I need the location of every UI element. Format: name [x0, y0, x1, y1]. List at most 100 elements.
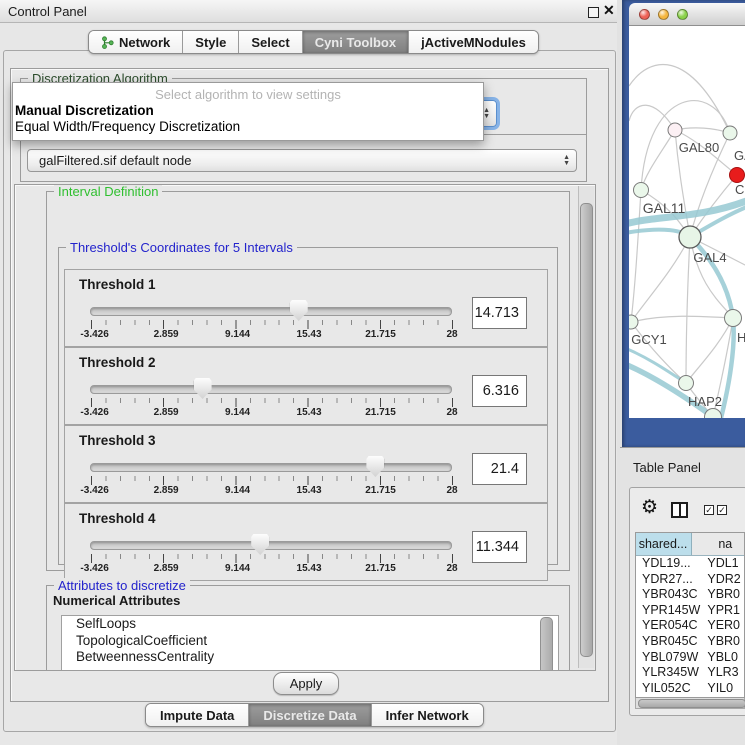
table-panel-title: Table Panel — [633, 460, 701, 475]
thresholds-group-title: Threshold's Coordinates for 5 Intervals — [66, 240, 297, 255]
slider-track[interactable] — [90, 307, 452, 316]
threshold-title: Threshold 4 — [79, 511, 156, 526]
attribute-list-item[interactable]: TopologicalCoefficient — [62, 633, 558, 650]
node-hap2 — [679, 376, 694, 391]
table-hscrollbar-track[interactable] — [635, 698, 745, 709]
node-red — [730, 168, 745, 183]
column-header-name[interactable]: na — [692, 533, 744, 555]
numerical-attributes-label: Numerical Attributes — [53, 593, 180, 608]
column-header-shared[interactable]: shared... — [636, 533, 692, 555]
node-label: C — [735, 182, 744, 197]
table-panel: Table Panel ⚙ ✓ ✓ shared... na YDL19...Y… — [620, 447, 745, 745]
table-hscrollbar-thumb[interactable] — [638, 699, 745, 708]
node-label: GAL4 — [693, 250, 726, 265]
slider-major-ticks — [91, 554, 453, 563]
node-attribute-table[interactable]: shared... na YDL19...YDL1YDR27...YDR2YBR… — [635, 532, 745, 698]
application-window: Control Panel ✕ Network Style Select Cyn… — [0, 0, 745, 745]
slider-major-ticks — [91, 398, 453, 407]
attribute-list-item[interactable]: BetweennessCentrality — [62, 649, 558, 666]
node-label: GAL80 — [679, 140, 719, 155]
stepper-arrows-icon: ▲▼ — [563, 155, 570, 167]
settings-scrollbar-thumb[interactable] — [580, 203, 593, 657]
node-label: GA — [734, 148, 745, 163]
float-icon[interactable] — [588, 7, 599, 18]
slider-track[interactable] — [90, 385, 452, 394]
slider-major-ticks — [91, 320, 453, 329]
node-label: GAL11 — [643, 200, 686, 216]
numerical-attributes-list[interactable]: SelfLoopsTopologicalCoefficientBetweenne… — [61, 615, 559, 671]
slider-scale: -3.426 2.859 9.144 15.43 21.715 28 — [91, 407, 452, 419]
attribute-list-item[interactable]: SelfLoops — [62, 616, 558, 633]
slider-track[interactable] — [90, 463, 452, 472]
settings-scrollpane: Interval Definition Number of Intervals … — [14, 184, 596, 671]
close-icon[interactable]: ✕ — [603, 2, 615, 19]
network-canvas[interactable]: GAL80 GA C GAL11 GAL4 GCY1 H HAP2 — [629, 26, 745, 418]
threshold-panel: Threshold 3 -3.426 2.859 9.144 15.43 21.… — [64, 425, 548, 503]
tab-cyni-toolbox[interactable]: Cyni Toolbox — [302, 31, 408, 53]
checkbox-icon[interactable]: ✓ — [717, 505, 727, 515]
slider-handle[interactable] — [366, 456, 384, 477]
node-gal80 — [668, 123, 682, 137]
threshold-title: Threshold 1 — [79, 277, 156, 292]
close-traffic-light-icon[interactable] — [639, 9, 650, 20]
threshold-value-box[interactable]: 11.344 — [472, 531, 527, 563]
zoom-traffic-light-icon[interactable] — [677, 9, 688, 20]
tab-discretize-data[interactable]: Discretize Data — [248, 704, 370, 726]
table-row[interactable]: YIL052CYIL0 — [636, 681, 744, 697]
minimize-traffic-light-icon[interactable] — [658, 9, 669, 20]
node-top-right — [723, 126, 737, 140]
threshold-panel: Threshold 2 -3.426 2.859 9.144 15.43 21.… — [64, 347, 548, 425]
slider-scale: -3.426 2.859 9.144 15.43 21.715 28 — [91, 563, 452, 575]
tab-jactivemnodules[interactable]: jActiveMNodules — [408, 31, 538, 53]
tab-style[interactable]: Style — [182, 31, 238, 53]
control-panel-title: Control Panel — [8, 4, 87, 19]
dropdown-prompt: Select algorithm to view settings — [13, 87, 483, 102]
control-panel-titlebar: Control Panel — [0, 0, 617, 23]
gear-icon[interactable]: ⚙ — [641, 498, 658, 517]
checkbox-icon[interactable]: ✓ — [704, 505, 714, 515]
table-row[interactable]: YBL079WYBL0 — [636, 650, 744, 666]
slider-handle[interactable] — [290, 300, 308, 321]
threshold-value-box[interactable]: 21.4 — [472, 453, 527, 485]
network-window-titlebar — [629, 3, 745, 26]
apply-button[interactable]: Apply — [273, 672, 339, 695]
table-row[interactable]: YPR145WYPR1 — [636, 603, 744, 619]
tab-impute-data[interactable]: Impute Data — [146, 704, 248, 726]
threshold-title: Threshold 3 — [79, 433, 156, 448]
column-view-icon[interactable] — [671, 502, 688, 518]
slider-track[interactable] — [90, 541, 452, 550]
threshold-title: Threshold 2 — [79, 355, 156, 370]
dropdown-option-equal-width-frequency[interactable]: Equal Width/Frequency Discretization — [15, 119, 240, 134]
node-label: HAP2 — [688, 394, 722, 409]
algorithm-dropdown-popup: Select algorithm to view settings Manual… — [12, 82, 484, 141]
slider-major-ticks — [91, 476, 453, 485]
threshold-value-box[interactable]: 14.713 — [472, 297, 527, 329]
table-data-select[interactable]: galFiltered.sif default node ▲▼ — [27, 149, 577, 172]
tab-select[interactable]: Select — [238, 31, 301, 53]
table-row[interactable]: YBR043CYBR0 — [636, 587, 744, 603]
slider-handle[interactable] — [251, 534, 269, 555]
table-row[interactable]: YBR045CYBR0 — [636, 634, 744, 650]
table-row[interactable]: YDL19...YDL1 — [636, 556, 744, 572]
network-graph: GAL80 GA C GAL11 GAL4 GCY1 H HAP2 — [629, 26, 745, 418]
network-icon — [101, 36, 114, 49]
table-row[interactable]: YER054CYER0 — [636, 618, 744, 634]
attributes-list-scrollbar[interactable] — [540, 617, 553, 671]
threshold-panel: Threshold 4 -3.426 2.859 9.144 15.43 21.… — [64, 503, 548, 581]
tab-infer-network[interactable]: Infer Network — [371, 704, 483, 726]
slider-handle[interactable] — [194, 378, 212, 399]
dropdown-option-manual-discretization[interactable]: Manual Discretization — [15, 103, 154, 118]
node-gal11 — [634, 183, 649, 198]
node-label: H — [737, 330, 745, 345]
control-panel-window: Control Panel ✕ Network Style Select Cyn… — [0, 0, 617, 745]
tab-network[interactable]: Network — [89, 31, 182, 53]
stepper-arrows-icon: ▲▼ — [483, 108, 490, 120]
top-tab-bar: Network Style Select Cyni Toolbox jActiv… — [88, 30, 539, 54]
attributes-group-title: Attributes to discretize — [54, 578, 190, 593]
table-row[interactable]: YLR345WYLR3 — [636, 665, 744, 681]
node-right-mid — [725, 310, 742, 327]
node-label: GCY1 — [631, 332, 666, 347]
table-row[interactable]: YDR27...YDR2 — [636, 572, 744, 588]
bottom-tab-bar: Impute Data Discretize Data Infer Networ… — [145, 703, 484, 727]
threshold-value-box[interactable]: 6.316 — [472, 375, 527, 407]
